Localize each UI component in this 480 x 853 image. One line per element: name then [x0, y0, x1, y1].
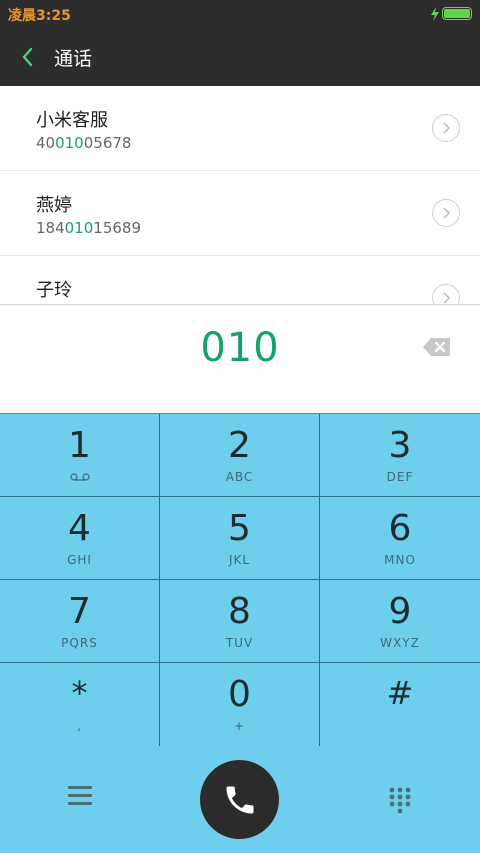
- phone-icon: [226, 786, 253, 813]
- dialpad-icon[interactable]: [388, 786, 412, 814]
- key-2[interactable]: 2 ABC: [160, 414, 320, 497]
- key-8[interactable]: 8 TUV: [160, 580, 320, 663]
- key-4[interactable]: 4 GHI: [0, 497, 160, 580]
- contact-name: 小米客服: [36, 110, 108, 131]
- status-time: 凌晨3:25: [8, 8, 71, 24]
- key-3[interactable]: 3 DEF: [320, 414, 480, 497]
- key-digit: 3: [388, 425, 412, 466]
- status-bar: 凌晨3:25: [0, 0, 480, 28]
- key-letters: MNO: [384, 553, 416, 567]
- key-letters: ABC: [225, 470, 254, 484]
- key-letters: WXYZ: [380, 636, 420, 650]
- page-title: 通话: [54, 48, 93, 70]
- chevron-right-icon[interactable]: [432, 199, 460, 227]
- menu-icon[interactable]: [68, 786, 92, 808]
- chevron-right-icon[interactable]: [432, 284, 460, 304]
- chevron-right-icon[interactable]: [432, 114, 460, 142]
- dialed-number: 010: [200, 325, 280, 371]
- backspace-icon[interactable]: [422, 336, 452, 358]
- key-digit: 9: [388, 591, 412, 632]
- contact-row[interactable]: 子玲: [0, 256, 480, 304]
- dialpad: 1 2 ABC 3 DEF 4 GHI 5 JKL 6 MNO 7 PQRS 8…: [0, 413, 480, 746]
- contact-suggestion-list: 小米客服 4001005678 燕婷 18401015689 子玲: [0, 86, 480, 304]
- contact-number: 18401015689: [36, 219, 141, 237]
- battery-level: [444, 9, 470, 18]
- contact-number: 4001005678: [36, 134, 132, 152]
- key-digit: 8: [228, 591, 251, 632]
- key-digit: 1: [68, 425, 91, 466]
- contact-name: 子玲: [36, 280, 72, 301]
- contact-row[interactable]: 燕婷 18401015689: [0, 171, 480, 256]
- key-7[interactable]: 7 PQRS: [0, 580, 160, 663]
- key-star[interactable]: * ,: [0, 663, 160, 746]
- key-letters: +: [233, 719, 246, 733]
- key-digit: 2: [228, 425, 251, 466]
- contact-row[interactable]: 小米客服 4001005678: [0, 86, 480, 171]
- key-1[interactable]: 1: [0, 414, 160, 497]
- key-0[interactable]: 0 +: [160, 663, 320, 746]
- key-letters: GHI: [67, 553, 92, 567]
- voicemail-icon: [70, 473, 90, 481]
- key-9[interactable]: 9 WXYZ: [320, 580, 480, 663]
- back-arrow-icon[interactable]: [14, 42, 44, 72]
- key-hash[interactable]: #: [320, 663, 480, 746]
- app-header: 通话: [0, 28, 480, 86]
- key-digit: *: [71, 674, 88, 712]
- key-digit: 6: [388, 508, 412, 549]
- key-5[interactable]: 5 JKL: [160, 497, 320, 580]
- key-6[interactable]: 6 MNO: [320, 497, 480, 580]
- key-digit: 4: [68, 508, 91, 549]
- charging-icon: [431, 7, 439, 21]
- contact-name: 燕婷: [36, 195, 72, 216]
- key-digit: 7: [68, 591, 91, 632]
- key-letters: TUV: [225, 636, 254, 650]
- key-letters: ,: [77, 719, 82, 733]
- dial-display: 010: [0, 304, 480, 413]
- key-letters: PQRS: [61, 636, 98, 650]
- key-letters: DEF: [386, 470, 414, 484]
- bottom-action-bar: [0, 746, 480, 853]
- battery-icon: [442, 7, 472, 20]
- key-digit: 0: [228, 674, 251, 715]
- key-letters: JKL: [228, 553, 251, 567]
- call-button[interactable]: [200, 760, 279, 839]
- key-digit: 5: [228, 508, 251, 549]
- key-digit: #: [386, 674, 414, 712]
